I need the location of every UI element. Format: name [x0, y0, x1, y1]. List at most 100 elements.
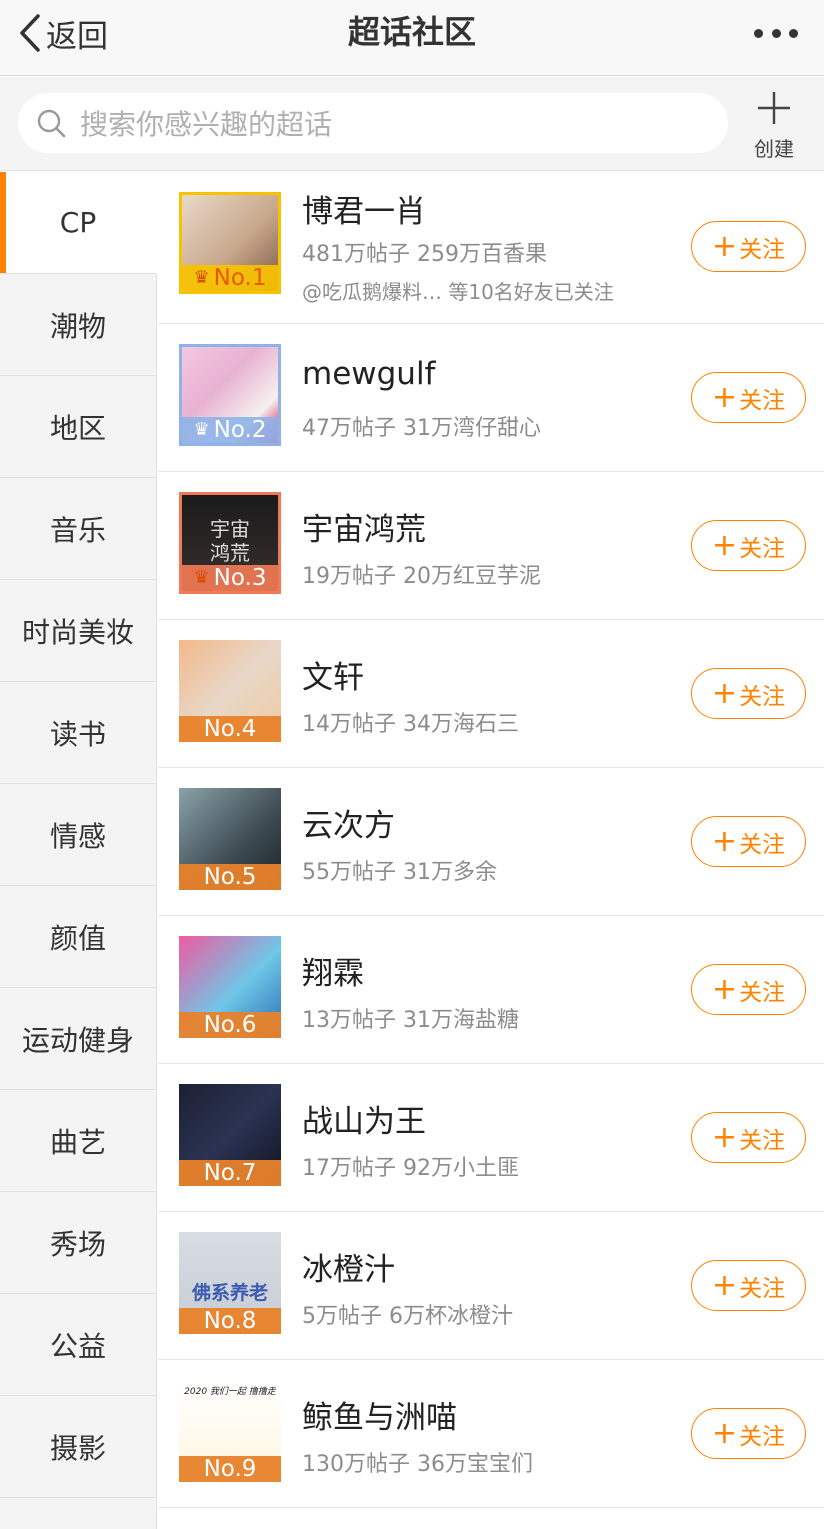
topic-name: 冰橙汁 [302, 1252, 395, 1288]
sidebar-item[interactable]: 读书 [0, 682, 156, 784]
topic-row[interactable]: 佛系养老 No.8 冰橙汁 5万帖子 6万杯冰橙汁 + 关注 [158, 1212, 824, 1360]
topic-name: 文轩 [302, 660, 364, 696]
follow-label: 关注 [739, 831, 786, 858]
topic-stats: 14万帖子 34万海石三 [302, 712, 519, 737]
topic-thumbnail: 佛系养老 No.8 [179, 1232, 281, 1334]
sidebar-item[interactable]: 时尚美妆 [0, 580, 156, 682]
follow-label: 关注 [739, 535, 786, 562]
plus-icon: + [711, 971, 738, 1007]
rank-label: No.9 [203, 1456, 257, 1482]
follow-button[interactable]: + 关注 [691, 221, 806, 272]
plus-icon: + [711, 1267, 738, 1303]
search-input[interactable]: 搜索你感兴趣的超话 [18, 93, 728, 153]
follow-button[interactable]: + 关注 [691, 964, 806, 1015]
crown-icon: ♛ [193, 567, 210, 588]
navigation-bar: 返回 超话社区 [0, 0, 824, 76]
sidebar-item-label: 音乐 [49, 513, 106, 547]
plus-icon: + [711, 823, 738, 859]
topic-row[interactable]: No.7 战山为王 17万帖子 92万小土匪 + 关注 [158, 1064, 824, 1212]
sidebar-item[interactable]: 地区 [0, 376, 156, 478]
search-icon [37, 109, 66, 138]
sidebar-item-label: 时尚美妆 [21, 615, 134, 649]
sidebar-item[interactable]: 音乐 [0, 478, 156, 580]
sidebar-item-label: 潮物 [49, 309, 106, 343]
follow-label: 关注 [739, 236, 786, 263]
rank-badge: No.9 [179, 1456, 281, 1482]
rank-label: No.4 [203, 716, 257, 742]
topic-name: 鲸鱼与洲喵 [302, 1400, 457, 1436]
rank-badge: ♛ No.1 [182, 265, 278, 291]
topic-name: 翔霖 [302, 956, 364, 992]
sidebar-item-label: CP [59, 206, 97, 239]
search-bar: 搜索你感兴趣的超话 创建 [0, 77, 824, 171]
follow-button[interactable]: + 关注 [691, 816, 806, 867]
follow-button[interactable]: + 关注 [691, 520, 806, 571]
follow-label: 关注 [739, 1423, 786, 1450]
follow-button[interactable]: + 关注 [691, 1260, 806, 1311]
thumbnail-caption: 宇宙 鸿荒 [210, 517, 250, 565]
topic-row[interactable]: ♛ No.1 博君一肖 481万帖子 259万百香果 @吃瓜鹅爆料… 等10名好友已关注… [158, 172, 824, 324]
topic-thumbnail: ♛ No.2 [179, 344, 281, 446]
topic-row[interactable]: No.4 文轩 14万帖子 34万海石三 + 关注 [158, 620, 824, 768]
sidebar-item[interactable]: 颜值 [0, 886, 156, 988]
rank-label: No.8 [203, 1308, 257, 1334]
sidebar-item-label: 颜值 [49, 921, 106, 955]
sidebar-item-label: 秀场 [49, 1227, 106, 1261]
sidebar-item-label: 地区 [49, 411, 106, 445]
sidebar-item[interactable]: 公益 [0, 1294, 156, 1396]
topic-stats: 55万帖子 31万多余 [302, 860, 497, 885]
topic-row[interactable]: ♛ No.2 mewgulf 47万帖子 31万湾仔甜心 + 关注 [158, 324, 824, 472]
rank-badge: ♛ No.3 [182, 565, 278, 591]
sidebar-item[interactable]: 摄影 [0, 1396, 156, 1498]
follow-label: 关注 [739, 1127, 786, 1154]
topic-thumbnail: 2020 我们一起 撸撸走 No.9 [179, 1380, 281, 1482]
topic-list: ♛ No.1 博君一肖 481万帖子 259万百香果 @吃瓜鹅爆料… 等10名好友已关注… [158, 172, 824, 1508]
plus-icon: + [711, 1119, 738, 1155]
follow-button[interactable]: + 关注 [691, 1408, 806, 1459]
sidebar-item-label: 曲艺 [49, 1125, 106, 1159]
follow-button[interactable]: + 关注 [691, 668, 806, 719]
topic-stats: 5万帖子 6万杯冰橙汁 [302, 1304, 513, 1329]
sidebar-item[interactable]: 运动健身 [0, 988, 156, 1090]
thumbnail-caption: 2020 我们一起 撸撸走 [184, 1387, 276, 1397]
topic-thumbnail: No.7 [179, 1084, 281, 1186]
rank-label: No.2 [213, 417, 267, 443]
sidebar-item[interactable]: 秀场 [0, 1192, 156, 1294]
follow-label: 关注 [739, 387, 786, 414]
thumbnail-caption: 佛系养老 [191, 1282, 268, 1304]
sidebar-item[interactable]: 潮物 [0, 274, 156, 376]
rank-label: No.3 [213, 565, 267, 591]
sidebar-item[interactable]: CP [0, 172, 157, 274]
friends-followed-note[interactable]: @吃瓜鹅爆料… 等10名好友已关注 [302, 276, 614, 305]
topic-row[interactable]: 宇宙 鸿荒 ♛ No.3 宇宙鸿荒 19万帖子 20万红豆芋泥 + 关注 [158, 472, 824, 620]
rank-label: No.7 [203, 1160, 257, 1186]
more-button[interactable] [754, 26, 798, 40]
plus-icon: + [711, 228, 738, 264]
plus-icon: + [711, 379, 738, 415]
rank-badge: No.7 [179, 1160, 281, 1186]
sidebar-item-label: 运动健身 [21, 1023, 134, 1057]
rank-label: No.5 [203, 864, 257, 890]
follow-label: 关注 [739, 979, 786, 1006]
rank-badge: ♛ No.2 [182, 417, 278, 443]
topic-row[interactable]: No.5 云次方 55万帖子 31万多余 + 关注 [158, 768, 824, 916]
rank-badge: No.5 [179, 864, 281, 890]
topic-row[interactable]: 2020 我们一起 撸撸走 No.9 鲸鱼与洲喵 130万帖子 36万宝宝们 + 关注 [158, 1360, 824, 1508]
create-button[interactable]: 创建 [748, 89, 800, 162]
topic-thumbnail: 宇宙 鸿荒 ♛ No.3 [179, 492, 281, 594]
page-title: 超话社区 [347, 13, 476, 51]
sidebar-item[interactable]: 曲艺 [0, 1090, 156, 1192]
topic-row[interactable]: No.6 翔霖 13万帖子 31万海盐糖 + 关注 [158, 916, 824, 1064]
sidebar-item-label: 情感 [49, 819, 106, 853]
follow-label: 关注 [739, 1275, 786, 1302]
topic-thumbnail: No.4 [179, 640, 281, 742]
topic-name: mewgulf [302, 356, 436, 392]
follow-label: 关注 [739, 683, 786, 710]
follow-button[interactable]: + 关注 [691, 372, 806, 423]
follow-button[interactable]: + 关注 [691, 1112, 806, 1163]
plus-icon: + [711, 527, 738, 563]
sidebar-item[interactable]: 情感 [0, 784, 156, 886]
crown-icon: ♛ [193, 267, 210, 288]
create-label: 创建 [754, 137, 794, 161]
topic-stats: 19万帖子 20万红豆芋泥 [302, 564, 541, 589]
